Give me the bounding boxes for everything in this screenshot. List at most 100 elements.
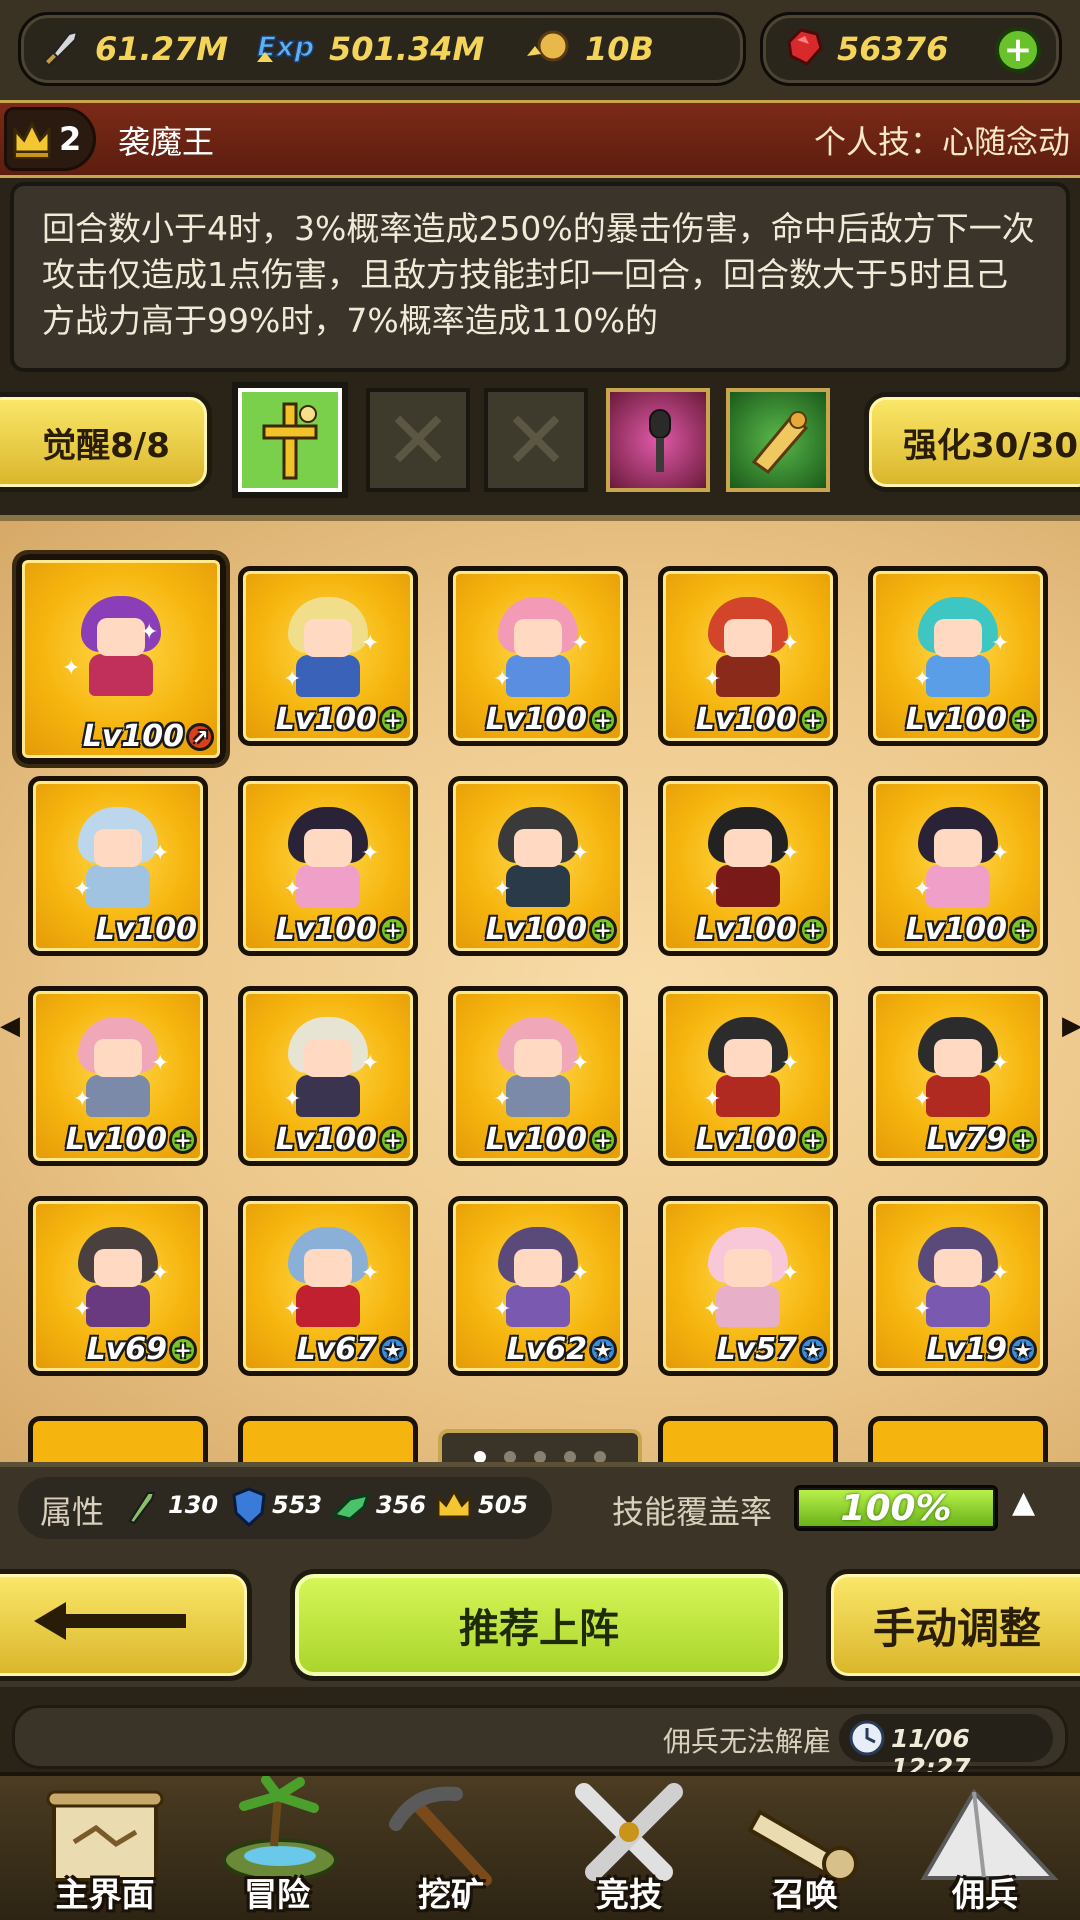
mercenary-card[interactable]: ✦ ✦ Lv100	[28, 776, 208, 956]
nav-main[interactable]: 主界面	[20, 1776, 190, 1920]
mercenary-level-row: Lv100	[33, 912, 197, 947]
back-button[interactable]	[0, 1569, 252, 1681]
mercenary-level: Lv62	[506, 1332, 587, 1367]
sparkle-icon: ✦	[361, 631, 380, 656]
nav-adventure[interactable]: 冒险	[192, 1775, 362, 1920]
recommend-button[interactable]: 推荐上阵	[290, 1569, 788, 1681]
mercenary-card[interactable]: ✦ ✦ Lv79 +	[868, 986, 1048, 1166]
crown-icon	[434, 1483, 474, 1531]
mercenary-card[interactable]: ✦ ✦ Lv57 ★	[658, 1196, 838, 1376]
sparkle-icon: ✦	[991, 1051, 1010, 1076]
stat-defense-value: 553	[272, 1491, 323, 1519]
gold-resource: 10B	[523, 15, 654, 83]
mercenary-card[interactable]: ✦ ✦ Lv69 +	[28, 1196, 208, 1376]
stats-label: 属性	[40, 1493, 105, 1531]
sparkle-icon: ✦	[361, 1261, 380, 1286]
star-badge-icon: ★	[589, 1335, 617, 1364]
nav-mining[interactable]: 挖矿	[366, 1776, 536, 1920]
scroll-left-arrow-icon[interactable]: ◀	[0, 1011, 20, 1051]
mercenary-level-row: Lv100 +	[453, 702, 617, 737]
mercenary-card[interactable]: ✦ ✦ Lv19 ★	[868, 1196, 1048, 1376]
mercenary-card[interactable]: ✦ ✦ Lv100 +	[658, 566, 838, 746]
sword-icon	[39, 24, 85, 74]
mercenary-card[interactable]: ✦ ✦ Lv100 +	[448, 986, 628, 1166]
mercenary-card[interactable]: ✦ ✦ Lv100 +	[868, 776, 1048, 956]
mercenary-card[interactable]: ✦ ✦ Lv100 +	[868, 566, 1048, 746]
mercenary-level-row: Lv57 ★	[663, 1332, 827, 1367]
skill-slot-4[interactable]	[606, 388, 710, 492]
sparkle-icon: ✦	[913, 1087, 932, 1112]
resource-bar: 61.27M Exp 501.34M 10B 56376 +	[0, 0, 1080, 100]
enhance-button[interactable]: 强化30/30	[864, 392, 1080, 492]
level-up-plus-icon: +	[379, 1125, 407, 1154]
nav-arena[interactable]: 竞技	[544, 1776, 714, 1920]
skill-slot-5[interactable]	[726, 388, 830, 492]
mercenary-card[interactable]: ✦ ✦ Lv100 +	[448, 566, 628, 746]
sparkle-icon: ✦	[73, 1297, 92, 1322]
mercenary-card[interactable]: ✦ ✦ Lv100 +	[448, 776, 628, 956]
mercenary-level: Lv67	[296, 1332, 377, 1367]
add-ruby-button[interactable]: +	[995, 27, 1041, 73]
mercenary-level: Lv100	[905, 702, 1007, 737]
resource-pill-ruby: 56376 +	[760, 12, 1062, 86]
mercenary-level: Lv57	[716, 1332, 797, 1367]
mercenary-level-row: Lv100 +	[33, 1122, 197, 1157]
mercenary-card[interactable]: ✦ ✦ Lv100 +	[238, 776, 418, 956]
mercenary-card[interactable]: ✦ ✦ Lv62 ★	[448, 1196, 628, 1376]
skill-description: 回合数小于4时，3%概率造成250%的暴击伤害，命中后敌方下一次攻击仅造成1点伤…	[10, 182, 1070, 372]
sparkle-icon: ✦	[151, 1051, 170, 1076]
mercenary-level: Lv100	[485, 1122, 587, 1157]
level-up-plus-icon: +	[589, 915, 617, 944]
exp-value: 501.34M	[329, 30, 485, 68]
skill-slot-1[interactable]	[238, 388, 342, 492]
mercenary-card[interactable]: ✦ ✦ Lv100 +	[658, 986, 838, 1166]
mercenary-level-row: Lv100 +	[243, 912, 407, 947]
mercenary-level-row: Lv100 +	[243, 1122, 407, 1157]
nav-arena-label: 竞技	[596, 1875, 662, 1914]
notice-text: 佣兵无法解雇	[662, 1725, 831, 1758]
mercenary-card[interactable]: ✦ ✦ Lv67 ★	[238, 1196, 418, 1376]
mercenary-level-row: Lv67 ★	[243, 1332, 407, 1367]
clock-pill: 11/06 12:27	[839, 1714, 1053, 1782]
mercenary-level-row: Lv100 +	[873, 912, 1037, 947]
mercenary-card[interactable]: ✦ ✦ Lv100 +	[238, 566, 418, 746]
sparkle-icon: ✦	[781, 841, 800, 866]
sparkle-icon: ✦	[913, 877, 932, 902]
skill-slot-3[interactable]: ✕	[484, 388, 588, 492]
sparkle-icon: ✦	[571, 841, 590, 866]
mercenary-card[interactable]: ✦ ✦ Lv100 ↗	[16, 554, 226, 764]
sparkle-icon: ✦	[703, 667, 722, 692]
mercenary-card[interactable]: ✦ ✦ Lv100 +	[238, 986, 418, 1166]
skill-slot-2[interactable]: ✕	[366, 388, 470, 492]
expand-up-icon[interactable]: ▲	[1012, 1485, 1035, 1520]
mercenary-level: Lv100	[275, 702, 377, 737]
level-up-plus-icon: +	[379, 705, 407, 734]
level-up-plus-icon: +	[799, 915, 827, 944]
level-up-plus-icon: +	[589, 705, 617, 734]
back-arrow-icon	[26, 1596, 196, 1655]
sparkle-icon: ✦	[493, 877, 512, 902]
mercenary-level: Lv100	[95, 912, 197, 947]
mercenary-level-row: Lv100 +	[243, 702, 407, 737]
scroll-right-arrow-icon[interactable]: ▶	[1062, 1011, 1080, 1051]
microphone-icon	[632, 406, 688, 482]
manual-adjust-button[interactable]: 手动调整	[826, 1569, 1080, 1681]
sparkle-icon: ✦	[781, 631, 800, 656]
mercenary-level-row: Lv62 ★	[453, 1332, 617, 1367]
nav-mining-label: 挖矿	[418, 1875, 484, 1914]
mercenary-card[interactable]: ✦ ✦ Lv100 +	[658, 776, 838, 956]
mercenary-card[interactable]: ✦ ✦ Lv100 +	[28, 986, 208, 1166]
sparkle-icon: ✦	[781, 1261, 800, 1286]
resource-pill-main: 61.27M Exp 501.34M 10B	[18, 12, 746, 86]
mercenary-level-row: Lv100 +	[663, 702, 827, 737]
sparkle-icon: ✦	[913, 667, 932, 692]
attack-value: 61.27M	[95, 30, 229, 68]
nav-mercenary[interactable]: 佣兵	[900, 1776, 1070, 1920]
stat-speed-value: 356	[376, 1491, 427, 1519]
mercenary-level-row: Lv100 +	[453, 912, 617, 947]
level-up-plus-icon: +	[799, 1125, 827, 1154]
sparkle-icon: ✦	[991, 841, 1010, 866]
nav-summon[interactable]: 召唤	[720, 1776, 890, 1920]
awaken-button[interactable]: 觉醒8/8	[0, 392, 212, 492]
stat-crown-value: 505	[478, 1491, 529, 1519]
